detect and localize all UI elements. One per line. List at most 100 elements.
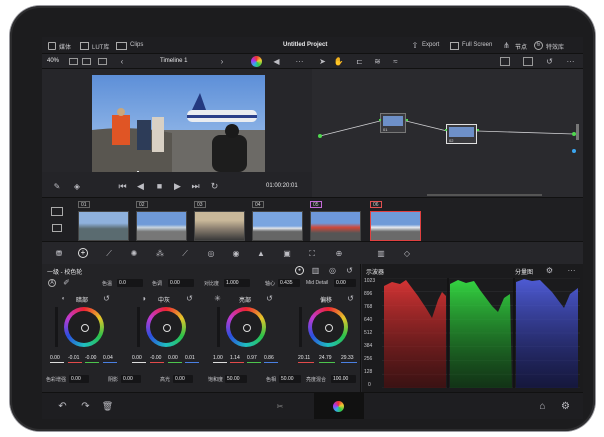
layout-single-icon[interactable] (69, 58, 78, 65)
timeline-name[interactable]: Timeline 1 (160, 58, 187, 64)
node-02-output[interactable] (477, 129, 479, 131)
layout-split-icon[interactable] (82, 58, 91, 65)
clip-thumbnail[interactable] (78, 211, 129, 241)
panel-reset-icon[interactable]: ↺ (345, 266, 354, 275)
gamma-g-value[interactable]: 0.00 (168, 355, 178, 361)
skip-start-icon[interactable]: ⏮ (117, 181, 128, 192)
clip-thumbnail[interactable] (310, 211, 361, 241)
hdr-icon[interactable]: ✺ (129, 249, 139, 258)
home-icon[interactable]: ⌂ (537, 401, 548, 412)
gain-master-slider[interactable] (217, 307, 220, 347)
color-wheels-icon[interactable]: + (78, 248, 88, 258)
color-page-icon[interactable] (333, 401, 344, 412)
gamma-y-value[interactable]: 0.00 (132, 355, 142, 361)
sizing-icon[interactable]: ⊕ (334, 249, 344, 258)
offset-r-value[interactable]: 20.11 (298, 355, 310, 361)
picker-icon[interactable]: ✐ (62, 279, 71, 287)
lift-wheel[interactable] (64, 307, 104, 347)
node-02-input[interactable] (445, 129, 447, 131)
gain-y-value[interactable]: 1.00 (213, 355, 223, 361)
rgb-mixer-icon[interactable]: ⟋ (104, 249, 114, 258)
curves-icon[interactable]: ⟋ (180, 249, 190, 258)
key-icon[interactable]: ⛶ (307, 249, 317, 258)
lut-label[interactable]: LUT库 (92, 42, 109, 51)
media-label[interactable]: 媒体 (59, 42, 71, 51)
highlights-field[interactable]: 0.00 (173, 375, 193, 383)
node-graph[interactable]: 01 02 (312, 69, 583, 231)
node-01-input[interactable] (379, 119, 381, 121)
scope-settings-icon[interactable]: ⚙ (545, 266, 554, 275)
hand-icon[interactable]: ✋ (334, 57, 344, 66)
node-01-output[interactable] (406, 119, 408, 121)
clip-thumbnail-selected[interactable] (370, 211, 421, 241)
fullscreen-label[interactable]: Full Screen (462, 42, 492, 48)
bars-mode-icon[interactable]: ▥ (311, 266, 320, 275)
lift-y-value[interactable]: 0.00 (50, 355, 60, 361)
node-more-icon[interactable]: ··· (566, 57, 575, 66)
loop-icon[interactable]: ↻ (209, 181, 220, 192)
camera-raw-icon[interactable]: ⛃ (54, 249, 64, 258)
clip-thumbnail[interactable] (136, 211, 187, 241)
media-icon[interactable] (48, 42, 56, 50)
settings-icon[interactable]: ⚙ (560, 401, 571, 412)
scopes-icon[interactable]: ▥ (376, 249, 386, 258)
lift-r-value[interactable]: -0.01 (68, 355, 79, 361)
wave-icon[interactable]: ≈ (391, 57, 400, 66)
layout-grid-icon[interactable] (98, 58, 107, 65)
clip-filter-icon[interactable] (52, 224, 62, 232)
saturation-field[interactable]: 50.00 (225, 375, 247, 383)
auto-balance-icon[interactable]: A (48, 279, 56, 287)
clip-view-icon[interactable] (51, 207, 63, 216)
skip-end-icon[interactable]: ⏭ (190, 181, 201, 192)
reverse-icon[interactable]: ◀ (135, 181, 146, 192)
export-label[interactable]: Export (422, 42, 439, 48)
logwheels-icon[interactable]: ◎ (328, 266, 337, 275)
lift-master-slider[interactable] (55, 307, 58, 347)
undo-icon[interactable]: ↶ (57, 401, 68, 412)
offset-wheel[interactable] (308, 307, 348, 347)
gain-r-value[interactable]: 1.14 (230, 355, 240, 361)
more-icon[interactable]: ··· (295, 57, 304, 66)
tint-field[interactable]: 0.00 (168, 279, 194, 287)
image-icon[interactable] (500, 57, 510, 66)
gamma-wheel[interactable] (146, 307, 186, 347)
offset-reset-icon[interactable]: ↺ (347, 294, 354, 302)
node-link-icon[interactable]: ⊏ (355, 57, 364, 66)
nodes-label[interactable]: 节点 (515, 42, 527, 51)
zoom-level[interactable]: 40% (47, 58, 59, 64)
lummix-field[interactable]: 100.00 (331, 375, 356, 383)
gamma-master-slider[interactable] (137, 307, 140, 347)
pointer-icon[interactable]: ➤ (318, 57, 327, 66)
color-palette-icon[interactable] (251, 56, 262, 67)
blur-icon[interactable]: ▣ (282, 249, 292, 258)
layers-icon[interactable]: ≋ (373, 57, 382, 66)
window-icon[interactable]: ◉ (231, 249, 241, 258)
node-horizontal-scrollbar[interactable] (427, 194, 542, 196)
eyedropper-icon[interactable]: ✎ (52, 182, 62, 192)
gain-g-value[interactable]: 0.97 (247, 355, 257, 361)
scope-more-icon[interactable]: ··· (567, 266, 576, 275)
color-page-tab[interactable] (314, 393, 364, 419)
lift-g-value[interactable]: -0.00 (85, 355, 96, 361)
hue-field[interactable]: 50.00 (279, 375, 301, 383)
cut-page-icon[interactable]: ✂ (273, 401, 287, 412)
info-icon[interactable]: ◇ (402, 249, 412, 258)
nodes-icon[interactable]: ⋔ (502, 41, 511, 50)
offset-b-value[interactable]: 29.33 (341, 355, 354, 361)
stop-icon[interactable]: ■ (154, 181, 165, 192)
clip-thumbnail[interactable] (252, 211, 303, 241)
fullscreen-icon[interactable] (450, 42, 459, 50)
scope-mode[interactable]: 分量图 (515, 267, 533, 276)
colorboost-field[interactable]: 0.00 (69, 375, 89, 383)
prev-timeline-icon[interactable]: ‹ (118, 57, 126, 65)
gamma-r-value[interactable]: -0.00 (150, 355, 161, 361)
layers-stack-icon[interactable]: ◈ (72, 182, 82, 192)
lift-reset-icon[interactable]: ↺ (103, 294, 110, 302)
offset-g-value[interactable]: 24.79 (319, 355, 332, 361)
temp-field[interactable]: 0.0 (117, 279, 143, 287)
offset-master-slider[interactable] (299, 307, 302, 347)
clips-label[interactable]: Clips (130, 42, 143, 48)
wheels-mode-icon[interactable]: ● (295, 266, 304, 275)
gallery-icon[interactable] (523, 57, 533, 66)
effects-icon[interactable]: fx (534, 41, 543, 50)
